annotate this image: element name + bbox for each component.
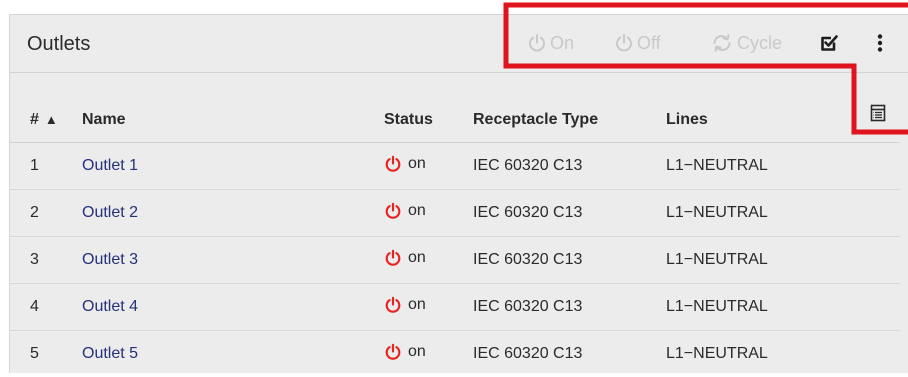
table-row[interactable]: 5 Outlet 5 on IEC 60320 C13 L1−NEUTRAL bbox=[10, 331, 900, 377]
power-cycle-button[interactable]: Cycle bbox=[710, 29, 782, 57]
outlet-status-text: on bbox=[408, 296, 426, 314]
outlet-name-link[interactable]: Outlet 2 bbox=[82, 204, 138, 221]
outlet-status: on bbox=[384, 296, 426, 314]
outlet-lines: L1−NEUTRAL bbox=[666, 143, 826, 190]
power-icon bbox=[384, 202, 402, 220]
column-header-number-label: # bbox=[30, 111, 39, 128]
outlet-number: 1 bbox=[10, 143, 82, 190]
column-header-status[interactable]: Status bbox=[384, 97, 473, 143]
outlet-lines: L1−NEUTRAL bbox=[666, 190, 826, 237]
more-vertical-icon bbox=[876, 33, 884, 53]
power-off-label: Off bbox=[637, 33, 661, 54]
column-header-spacer bbox=[826, 97, 900, 143]
outlet-lines: L1−NEUTRAL bbox=[666, 331, 826, 377]
checkbox-checked-icon bbox=[819, 33, 839, 53]
select-mode-button[interactable] bbox=[819, 29, 839, 57]
table-row[interactable]: 4 Outlet 4 on IEC 60320 C13 L1−NEUTRAL bbox=[10, 284, 900, 331]
outlet-name-link[interactable]: Outlet 5 bbox=[82, 345, 138, 362]
table-row[interactable]: 3 Outlet 3 on IEC 60320 C13 L1−NEUTRAL bbox=[10, 237, 900, 284]
outlet-lines: L1−NEUTRAL bbox=[666, 237, 826, 284]
power-icon bbox=[384, 249, 402, 267]
column-header-number[interactable]: #▲ bbox=[10, 97, 82, 143]
sort-ascending-icon: ▲ bbox=[45, 112, 58, 127]
power-icon bbox=[384, 155, 402, 173]
outlet-toolbar: On Off Cycle bbox=[10, 15, 908, 72]
outlet-name-link[interactable]: Outlet 3 bbox=[82, 251, 138, 268]
outlet-status-text: on bbox=[408, 202, 426, 220]
power-icon bbox=[527, 33, 547, 53]
outlet-name-link[interactable]: Outlet 4 bbox=[82, 298, 138, 315]
outlet-receptacle-type: IEC 60320 C13 bbox=[473, 190, 666, 237]
table-row[interactable]: 1 Outlet 1 on IEC 60320 C13 L1−NEUTRAL bbox=[10, 143, 900, 190]
outlet-number: 4 bbox=[10, 284, 82, 331]
power-icon bbox=[384, 343, 402, 361]
outlet-number: 3 bbox=[10, 237, 82, 284]
outlet-receptacle-type: IEC 60320 C13 bbox=[473, 143, 666, 190]
outlet-receptacle-type: IEC 60320 C13 bbox=[473, 237, 666, 284]
outlet-status-text: on bbox=[408, 155, 426, 173]
outlet-number: 2 bbox=[10, 190, 82, 237]
column-header-lines[interactable]: Lines bbox=[666, 97, 826, 143]
outlet-receptacle-type: IEC 60320 C13 bbox=[473, 331, 666, 377]
outlet-status: on bbox=[384, 249, 426, 267]
column-header-receptacle-type[interactable]: Receptacle Type bbox=[473, 97, 666, 143]
more-options-button[interactable] bbox=[876, 29, 884, 57]
outlet-status: on bbox=[384, 343, 426, 361]
outlet-number: 5 bbox=[10, 331, 82, 377]
outlets-table: #▲ Name Status Receptacle Type Lines 1 O… bbox=[10, 97, 900, 377]
outlets-panel: Outlets On Off Cycle bbox=[9, 14, 908, 373]
outlet-status: on bbox=[384, 155, 426, 173]
power-on-label: On bbox=[550, 33, 574, 54]
outlet-status: on bbox=[384, 202, 426, 220]
refresh-icon bbox=[710, 33, 734, 53]
power-cycle-label: Cycle bbox=[737, 33, 782, 54]
power-icon bbox=[384, 296, 402, 314]
table-header-row: #▲ Name Status Receptacle Type Lines bbox=[10, 97, 900, 143]
outlet-receptacle-type: IEC 60320 C13 bbox=[473, 284, 666, 331]
power-icon bbox=[614, 33, 634, 53]
table-row[interactable]: 2 Outlet 2 on IEC 60320 C13 L1−NEUTRAL bbox=[10, 190, 900, 237]
power-on-button[interactable]: On bbox=[527, 29, 574, 57]
outlet-lines: L1−NEUTRAL bbox=[666, 284, 826, 331]
outlet-status-text: on bbox=[408, 249, 426, 267]
power-off-button[interactable]: Off bbox=[614, 29, 661, 57]
column-header-name[interactable]: Name bbox=[82, 97, 384, 143]
outlet-status-text: on bbox=[408, 343, 426, 361]
outlet-name-link[interactable]: Outlet 1 bbox=[82, 157, 138, 174]
